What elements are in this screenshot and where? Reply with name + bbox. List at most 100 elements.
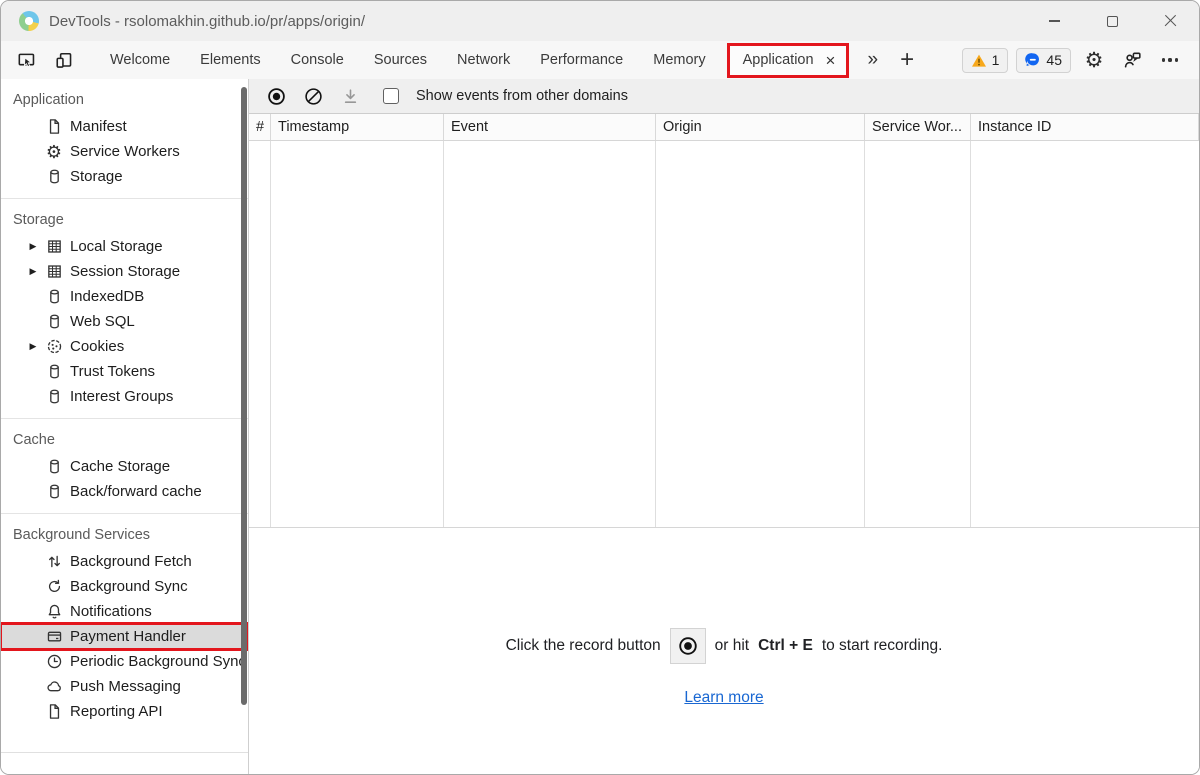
sidebar-section-application: Application Manifest ⚙ Service Workers S… (1, 79, 248, 198)
sidebar-item-reporting-api[interactable]: Reporting API (1, 699, 248, 724)
sidebar-item-service-workers[interactable]: ⚙ Service Workers (1, 139, 248, 164)
sidebar-item-label: Periodic Background Sync (70, 653, 246, 670)
expand-arrow-icon[interactable] (21, 241, 45, 252)
tab-performance[interactable]: Performance (525, 42, 638, 78)
column-header-service-worker[interactable]: Service Wor... (865, 114, 971, 140)
sidebar-item-payment-handler[interactable]: Payment Handler (1, 624, 248, 649)
inspect-element-button[interactable] (13, 47, 39, 73)
person-feedback-icon (1122, 50, 1143, 70)
sidebar-section-background-services: Background Services Background Fetch Bac… (1, 513, 248, 733)
tab-welcome[interactable]: Welcome (95, 42, 185, 78)
window-title: DevTools - rsolomakhin.github.io/pr/apps… (49, 13, 365, 30)
column-header-origin[interactable]: Origin (656, 114, 865, 140)
feedback-count-badge[interactable]: 45 (1016, 48, 1071, 73)
empty-state-pane: Click the record button or hit Ctrl + E … (249, 528, 1199, 774)
tab-elements[interactable]: Elements (185, 42, 275, 78)
show-events-label: Show events from other domains (416, 88, 628, 104)
sidebar-item-periodic-background-sync[interactable]: Periodic Background Sync (1, 649, 248, 674)
sidebar-item-local-storage[interactable]: Local Storage (1, 234, 248, 259)
tab-memory[interactable]: Memory (638, 42, 720, 78)
tab-application[interactable]: Application (743, 42, 824, 78)
sidebar-item-cache-storage[interactable]: Cache Storage (1, 454, 248, 479)
cookie-icon (45, 338, 63, 356)
sidebar-item-notifications[interactable]: Notifications (1, 599, 248, 624)
learn-more-link[interactable]: Learn more (684, 689, 763, 707)
bell-icon (45, 603, 63, 621)
sidebar-footer-divider (1, 752, 248, 774)
content-area: Application Manifest ⚙ Service Workers S… (1, 79, 1199, 774)
issues-badge[interactable]: 1 (962, 48, 1009, 73)
sidebar-item-label: Push Messaging (70, 678, 181, 695)
database-icon (45, 458, 63, 476)
sidebar-item-label: Trust Tokens (70, 363, 155, 380)
shortcut-text: Ctrl + E (758, 637, 813, 655)
sidebar-item-label: Notifications (70, 603, 152, 620)
maximize-button[interactable] (1083, 1, 1141, 41)
title-bar: DevTools - rsolomakhin.github.io/pr/apps… (1, 1, 1199, 41)
empty-column (444, 141, 656, 527)
empty-column (971, 141, 1199, 527)
events-table-body (249, 141, 1199, 528)
up-down-arrows-icon (45, 553, 63, 571)
sidebar-item-label: Web SQL (70, 313, 135, 330)
events-toolbar: Show events from other domains (249, 79, 1199, 114)
payment-handler-pane: Show events from other domains # Timesta… (249, 79, 1199, 774)
minimize-icon (1049, 20, 1060, 21)
tab-network[interactable]: Network (442, 42, 525, 78)
sidebar-item-label: Manifest (70, 118, 127, 135)
sidebar-item-push-messaging[interactable]: Push Messaging (1, 674, 248, 699)
feedback-button[interactable] (1117, 45, 1147, 75)
column-header-event[interactable]: Event (444, 114, 656, 140)
devtools-window: DevTools - rsolomakhin.github.io/pr/apps… (0, 0, 1200, 775)
database-icon (45, 288, 63, 306)
sidebar-item-label: Background Fetch (70, 553, 192, 570)
minimize-button[interactable] (1025, 1, 1083, 41)
message-mid: or hit (715, 637, 749, 655)
sidebar-item-interest-groups[interactable]: Interest Groups (1, 384, 248, 409)
settings-button[interactable]: ⚙ (1079, 45, 1109, 75)
tab-sources[interactable]: Sources (359, 42, 442, 78)
section-title: Storage (1, 204, 248, 234)
column-header-instance-id[interactable]: Instance ID (971, 114, 1199, 140)
record-events-button[interactable] (262, 82, 290, 110)
table-grid-icon (45, 238, 63, 256)
expand-arrow-icon[interactable] (21, 341, 45, 352)
sidebar-item-background-fetch[interactable]: Background Fetch (1, 549, 248, 574)
sidebar-item-cookies[interactable]: Cookies (1, 334, 248, 359)
sidebar-item-label: Session Storage (70, 263, 180, 280)
sidebar-item-manifest[interactable]: Manifest (1, 114, 248, 139)
sidebar-item-indexeddb[interactable]: IndexedDB (1, 284, 248, 309)
section-title: Application (1, 84, 248, 114)
sidebar-item-label: Cookies (70, 338, 124, 355)
close-button[interactable] (1141, 1, 1199, 41)
expand-arrow-icon[interactable] (21, 266, 45, 277)
more-options-button[interactable] (1155, 45, 1185, 75)
sidebar-item-session-storage[interactable]: Session Storage (1, 259, 248, 284)
device-toolbar-button[interactable] (51, 47, 77, 73)
sidebar-item-label: Local Storage (70, 238, 163, 255)
tab-console[interactable]: Console (276, 42, 359, 78)
record-icon (267, 87, 286, 106)
sync-icon (45, 578, 63, 596)
section-title: Cache (1, 424, 248, 454)
feedback-count: 45 (1046, 52, 1062, 68)
save-events-button[interactable] (336, 82, 364, 110)
show-events-checkbox[interactable] (383, 88, 399, 104)
add-tab-button[interactable]: + (890, 48, 924, 72)
application-panel-sidebar: Application Manifest ⚙ Service Workers S… (1, 79, 249, 774)
close-tab-icon[interactable]: × (824, 52, 838, 69)
column-header-number[interactable]: # (249, 114, 271, 140)
sidebar-scrollbar-thumb[interactable] (241, 87, 247, 705)
column-header-timestamp[interactable]: Timestamp (271, 114, 444, 140)
sidebar-item-trust-tokens[interactable]: Trust Tokens (1, 359, 248, 384)
devtools-tab-bar: Welcome Elements Console Sources Network… (1, 41, 1199, 79)
sidebar-item-background-sync[interactable]: Background Sync (1, 574, 248, 599)
database-icon (45, 483, 63, 501)
sidebar-item-back-forward-cache[interactable]: Back/forward cache (1, 479, 248, 504)
database-icon (45, 363, 63, 381)
table-grid-icon (45, 263, 63, 281)
sidebar-item-storage[interactable]: Storage (1, 164, 248, 189)
sidebar-item-web-sql[interactable]: Web SQL (1, 309, 248, 334)
clear-events-button[interactable] (299, 82, 327, 110)
more-tabs-button[interactable]: » (855, 49, 890, 71)
